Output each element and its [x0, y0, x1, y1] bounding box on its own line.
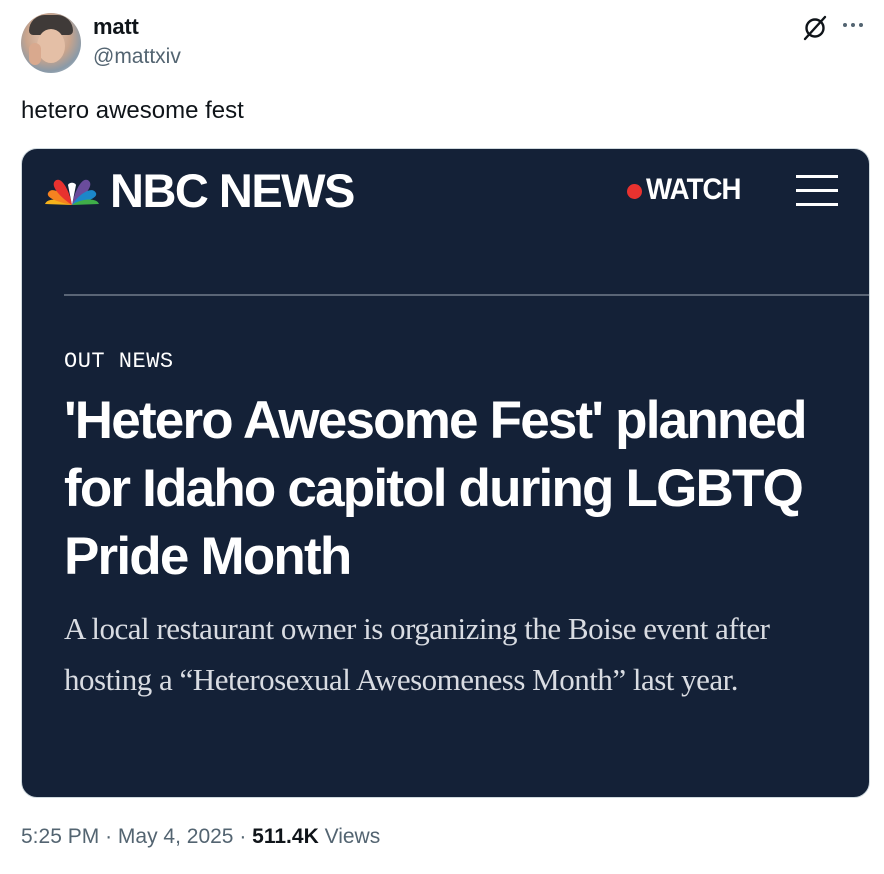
tweet-date[interactable]: May 4, 2025: [118, 825, 234, 848]
user-handle[interactable]: @mattxiv: [93, 45, 181, 69]
views-count[interactable]: 511.4K: [252, 825, 319, 848]
section-label: OUT NEWS: [64, 349, 174, 374]
nbc-peacock-icon: [45, 179, 99, 205]
article-summary: A local restaurant owner is organizing t…: [64, 611, 770, 697]
more-icon[interactable]: [843, 17, 869, 33]
avatar[interactable]: [21, 13, 81, 73]
link-card[interactable]: NBC NEWS WATCH OUT NEWS 'Hetero Awesome …: [21, 148, 870, 798]
views-label: Views: [324, 825, 381, 848]
live-dot-icon: [627, 184, 642, 199]
hamburger-menu-icon[interactable]: [796, 171, 838, 207]
menu-bar: [796, 189, 838, 192]
brand-logo-text: NBC NEWS: [110, 164, 355, 217]
more-dot: [859, 23, 863, 27]
more-dot: [851, 23, 855, 27]
menu-bar: [796, 203, 838, 206]
grok-icon[interactable]: [800, 13, 830, 43]
display-name[interactable]: matt: [93, 14, 139, 40]
watch-link[interactable]: WATCH: [646, 173, 741, 207]
divider: [64, 294, 869, 296]
tweet-text: hetero awesome fest: [21, 97, 244, 124]
meta-separator: ·: [105, 825, 113, 848]
headline: 'Hetero Awesome Fest' planned for Idaho …: [64, 391, 808, 586]
more-dot: [843, 23, 847, 27]
menu-bar: [796, 175, 838, 178]
tweet-meta: 5:25 PM · May 4, 2025 · 511.4K Views: [21, 825, 380, 849]
avatar-face: [37, 29, 65, 63]
avatar-hand: [29, 43, 41, 65]
tweet-time[interactable]: 5:25 PM: [21, 825, 99, 848]
meta-separator: ·: [239, 825, 247, 848]
